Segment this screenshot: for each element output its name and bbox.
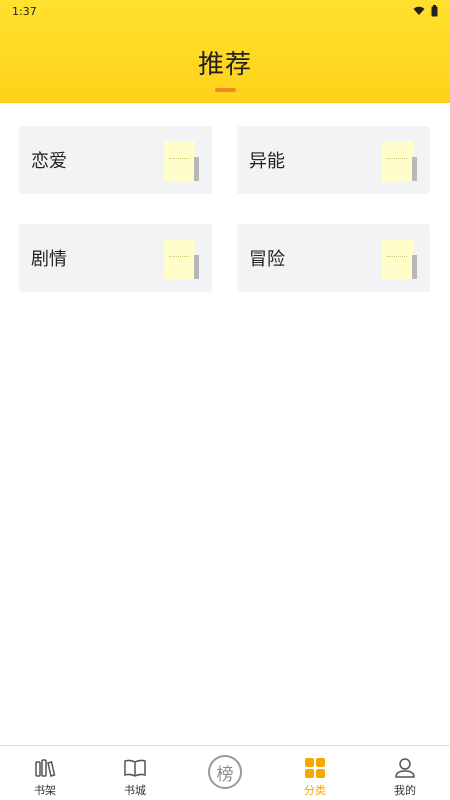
category-grid-icon — [303, 756, 327, 780]
tab-label: 书架 — [34, 784, 56, 797]
book-cover-thumbnail — [382, 141, 417, 181]
category-grid: 恋爱 异能 剧情 冒险 — [19, 126, 430, 292]
tab-bookstore[interactable]: 书城 — [90, 746, 180, 800]
tab-label: 书城 — [124, 784, 146, 797]
book-cover-thumbnail — [164, 141, 199, 181]
wifi-icon — [413, 6, 425, 15]
category-card-adventure[interactable]: 冒险 — [237, 224, 430, 292]
category-card-romance[interactable]: 恋爱 — [19, 126, 212, 194]
bottom-tab-bar: 书架 书城 榜 分类 我的 — [0, 745, 450, 800]
category-label: 剧情 — [31, 249, 67, 270]
battery-icon — [431, 5, 438, 17]
book-cover-thumbnail — [164, 239, 199, 279]
rank-badge-icon: 榜 — [208, 755, 242, 789]
tab-label: 分类 — [304, 784, 326, 797]
status-time: 1:37 — [12, 4, 37, 18]
tab-ranking[interactable]: 榜 — [180, 746, 270, 800]
tab-bookshelf[interactable]: 书架 — [0, 746, 90, 800]
tab-category[interactable]: 分类 — [270, 746, 360, 800]
tab-label: 我的 — [394, 784, 416, 797]
category-label: 冒险 — [249, 249, 285, 270]
category-card-supernatural[interactable]: 异能 — [237, 126, 430, 194]
tab-mine[interactable]: 我的 — [360, 746, 450, 800]
category-card-drama[interactable]: 剧情 — [19, 224, 212, 292]
category-label: 异能 — [249, 151, 285, 172]
book-cover-thumbnail — [382, 239, 417, 279]
user-icon — [393, 756, 417, 780]
status-icons — [413, 5, 438, 17]
category-label: 恋爱 — [31, 151, 67, 172]
title-underline — [215, 88, 236, 92]
open-book-icon — [123, 756, 147, 780]
top-header: 1:37 推荐 — [0, 0, 450, 103]
page-title: 推荐 — [197, 50, 252, 80]
status-bar: 1:37 — [0, 0, 450, 22]
bookshelf-icon — [33, 756, 57, 780]
